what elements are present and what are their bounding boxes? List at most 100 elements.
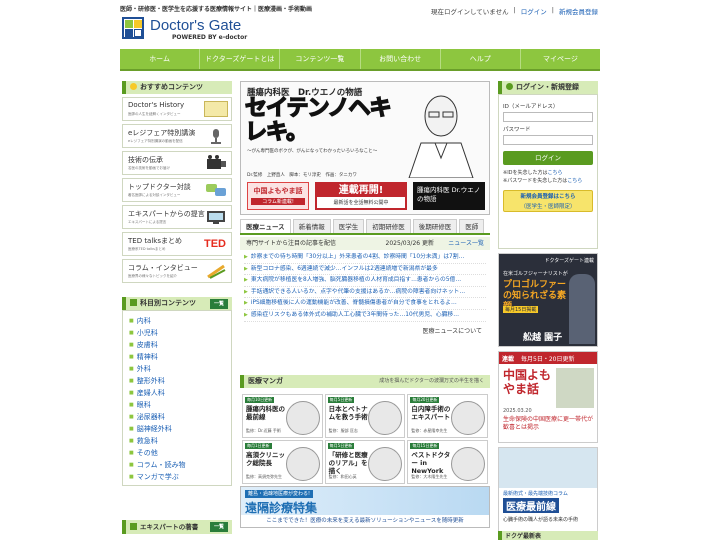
nav-home[interactable]: ホーム [120,49,201,69]
recommend-item[interactable]: トップドクター対談 著名医師による対談インタビュー [122,178,232,202]
news-header: 専門サイトから注目の記事を配信 2025/03/26 更新 ニュース一覧 [240,237,490,250]
book-icon [130,523,137,530]
news-item[interactable]: 東大病院が移植医を8人増強、脳死臓器移植の人材育成目指す…患者からの5億… [244,275,486,287]
news-item[interactable]: iPS細胞移植後に人の運動機能が改善、脊髄損傷患者が自分で食事をとれるよ… [244,298,486,310]
kamoku-item[interactable]: 外科 [129,363,231,375]
top-links: 現在ログインしていません | ログイン | 新規会員登録 [430,6,598,16]
register-button[interactable]: 新規会員登録はこちら （医学生・医師限定） [503,190,593,212]
nav-about[interactable]: ドクターズゲートとは [200,49,281,69]
login-button[interactable]: ログイン [503,151,593,165]
forgot-password-link[interactable]: こちら [567,178,582,184]
kamoku-item[interactable]: 脳神経外科 [129,423,231,435]
camera-icon [204,155,228,171]
center-column: 腫瘍内科医 Dr.ウエノの物語 セイテンノヘキレキ。 ～がん専門医のボクが、がん… [240,81,490,215]
kamoku-item[interactable]: その他 [129,447,231,459]
logo-sub: POWERED BY e-doctor [172,34,248,41]
recommend-item[interactable]: エキスパートからの提言 エキスパートによる提言 [122,205,232,229]
portrait-icon [368,447,403,481]
serial-restart-badge[interactable]: 連載再開! 最新話を全話無料公開中 [315,182,407,210]
recommend-item[interactable]: Doctor's History 医師の人生を紐解くインタビュー [122,97,232,121]
news-panel: 専門サイトから注目の記事を配信 2025/03/26 更新 ニュース一覧 診察ま… [240,237,490,335]
right-bottom-header: ドクゲ最新表 [498,531,598,540]
recommend-item[interactable]: TED talksまとめ 医療系TED talksまとめ TED [122,232,232,256]
key-icon [506,83,513,90]
news-list-link[interactable]: ニュース一覧 [448,237,484,250]
recommend-item[interactable]: eレジフェア特別講演 eレジフェア特別講演の動画を配信 [122,124,232,148]
manga-section-header: 医療マンガ 成功を掴んだドクターの波瀾万丈の半生を描く [240,375,490,388]
kamoku-item[interactable]: 眼科 [129,399,231,411]
tab-student[interactable]: 医学生 [332,219,365,233]
site-tagline: 医師・研修医・医学生を応援する医療情報サイト｜医療漫画・手術動画 [120,6,313,13]
medical-frontline-ad[interactable]: 最新術式・最先端技術コラム 医療最前線 心臓手術の職人が語る未来の手術 [498,447,598,533]
surgery-photo-icon [499,448,597,488]
kamoku-item[interactable]: コラム・読み物 [129,459,231,471]
kamoku-item[interactable]: マンガで学ぶ [129,471,231,483]
nav-help[interactable]: ヘルプ [441,49,521,69]
portrait-icon [285,401,320,435]
ueno-manga-badge[interactable]: 腫瘍内科医 Dr.ウエノの物語 [413,182,485,210]
golf-column-ad[interactable]: ドクターズゲート連載 在米ゴルフジャーナリストが プロゴルファーの知られざる素顔… [498,253,598,347]
news-about-link[interactable]: 医療ニュースについて [240,326,490,335]
news-item[interactable]: 新型コロナ感染、6週連続で減少…インフルは2週連続増で新潟県が最多 [244,264,486,276]
login-status: 現在ログインしていません [430,8,509,16]
site-logo[interactable]: Doctor's Gate POWERED BY e-doctor [122,17,262,43]
kamoku-list-button[interactable]: 一覧 [209,299,228,309]
nav-mypage[interactable]: マイページ [521,49,600,69]
manga-credits: Dr.監修 上野直人 脚本：モリ淳史 作画：タニカワ [247,173,357,178]
portrait-icon [285,447,320,481]
news-tabs: 医療ニュース 新着情報 医学生 初期研修医 後期研修医 医師 [240,219,490,235]
manga-card[interactable]: 毎月20日更新 白内障手術のエキスパート 監修：赤星隆幸先生 [407,394,488,438]
id-label: ID（メールアドレス） [503,104,559,110]
pencil-icon [204,263,228,279]
telemedicine-banner[interactable]: 離島・過疎地医療が変わる! 遠隔診療特集 ここまでできた！医療の未来を変える最新… [240,486,490,528]
portrait-icon [450,447,485,481]
login-header: ログイン・新規登録 [498,81,598,94]
manga-card[interactable]: 毎月1日更新 高須クリニック総院長 監修：高須克弥先生 [242,440,323,484]
kamoku-item[interactable]: 皮膚科 [129,339,231,351]
manga-title: セイテンノヘキレキ。 [244,96,392,146]
doctor-illustration [401,88,481,179]
portrait-icon [368,401,403,435]
global-nav: ホーム ドクターズゲートとは コンテンツ一覧 お問い合わせ ヘルプ マイページ [120,49,600,71]
kamoku-item[interactable]: 泌尿器科 [129,411,231,423]
golfer-photo-icon [569,274,595,344]
china-column-badge[interactable]: 中国よもやま話 コラム新連載! [247,182,309,210]
recommend-item[interactable]: 技術の伝承 名医の技術を動画でお届け [122,151,232,175]
tab-medical-news[interactable]: 医療ニュース [240,219,291,233]
portrait-icon [450,401,485,435]
nav-contact[interactable]: お問い合わせ [361,49,441,69]
manga-subtitle: ～がん専門医のボクが、がんになってわかったいろいろなこと～ [247,149,378,154]
top-login-link[interactable]: ログイン [521,6,547,16]
news-item[interactable]: 感染症リスクもある体外式の補助人工心臓で3年間待った…10代男児、心臓移… [244,310,486,322]
login-form: ID（メールアドレス） パスワード ログイン ※IDを失念した方はこちら ※パス… [498,94,598,249]
tab-doctor[interactable]: 医師 [459,219,485,233]
manga-card[interactable]: 毎月15日更新 ベストドクター in NewYork 監修：大木隆生先生 [407,440,488,484]
password-input[interactable] [503,135,593,145]
tab-junior-resident[interactable]: 初期研修医 [366,219,411,233]
manga-card[interactable]: 毎月5日更新 「研修と医療のリアル」を描く 監修：和田心英 [324,440,406,484]
kamoku-item[interactable]: 内科 [129,315,231,327]
id-input[interactable] [503,112,593,122]
nav-contents[interactable]: コンテンツ一覧 [280,49,361,69]
manga-card[interactable]: 毎月5日更新 日本とベトナムを救う手術 監修：服部 匡志 [324,394,406,438]
kamoku-item[interactable]: 産婦人科 [129,387,231,399]
kamoku-item[interactable]: 整形外科 [129,375,231,387]
top-register-link[interactable]: 新規会員登録 [559,6,598,16]
news-item[interactable]: 手話通訳できる人いるか、点字や代筆の支援はあるか…病院の障害者向けネット… [244,287,486,299]
kamoku-item[interactable]: 救急科 [129,435,231,447]
memo-icon [204,101,228,117]
tab-senior-resident[interactable]: 後期研修医 [412,219,458,233]
recommend-item[interactable]: コラム・インタビュー 医療界の様々なトピックを紹介 [122,259,232,283]
forgot-id-link[interactable]: こちら [548,170,563,176]
china-column-ad[interactable]: 連載 毎月5日・20日更新 中国よもやま話 2025.03.20 生命保険の中国… [498,351,598,443]
news-item[interactable]: 診察までの待ち時間「30分以上」外来患者の4割、診察時間「10分未満」は7割… [244,252,486,264]
tab-new-info[interactable]: 新着情報 [292,219,331,233]
main-manga-banner[interactable]: 腫瘍内科医 Dr.ウエノの物語 セイテンノヘキレキ。 ～がん専門医のボクが、がん… [240,81,490,215]
manga-card[interactable]: 毎月10日更新 腫瘍内科医の最前線 監修：Dr.近藤 手術 [242,394,323,438]
kamoku-item[interactable]: 小児科 [129,327,231,339]
chat-icon [204,182,228,198]
recommend-header: おすすめコンテンツ [122,81,232,94]
logo-text: Doctor's Gate [150,17,242,34]
expert-list-button[interactable]: 一覧 [209,522,228,532]
kamoku-item[interactable]: 精神科 [129,351,231,363]
